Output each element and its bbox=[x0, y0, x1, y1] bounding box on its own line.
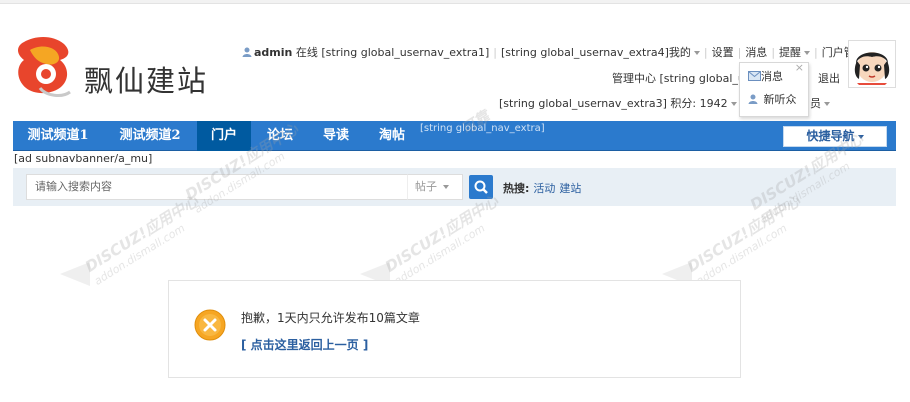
back-link[interactable]: [ 点击这里返回上一页 ] bbox=[241, 336, 368, 353]
hot-search-label: 热搜: bbox=[503, 182, 530, 195]
settings-link[interactable]: 设置 bbox=[712, 46, 734, 59]
error-message: 抱歉，1天内只允许发布10篇文章 bbox=[241, 311, 420, 325]
search-icon bbox=[474, 180, 488, 194]
search-type-label: 帖子 bbox=[415, 180, 437, 193]
chevron-down-icon[interactable] bbox=[693, 51, 700, 55]
quick-nav-label: 快捷导航 bbox=[806, 129, 855, 143]
nav-item-portal[interactable]: 门户 bbox=[197, 121, 251, 151]
usernav-extra4: [string global_usernav_extra4] bbox=[500, 46, 669, 59]
avatar[interactable] bbox=[848, 40, 896, 88]
chevron-down-icon[interactable] bbox=[730, 102, 737, 106]
usernav-logout-wrap: 退出 bbox=[818, 70, 840, 86]
user-icon bbox=[748, 94, 758, 104]
usernav-extra1: [string global_usernav_extra1] bbox=[321, 46, 490, 59]
search-type-select[interactable]: 帖子 bbox=[407, 174, 463, 200]
points-link[interactable]: 积分: 1942 bbox=[670, 97, 727, 110]
nav-item-test2[interactable]: 测试频道2 bbox=[105, 121, 195, 151]
usernav-row-3: [string global_usernav_extra3] 积分: 1942| bbox=[499, 95, 748, 111]
popup-item-label: 消息 bbox=[761, 70, 783, 83]
envelope-icon bbox=[748, 71, 761, 81]
popup-item-label: 新听众 bbox=[763, 93, 797, 106]
popup-item-followers[interactable]: 新听众 bbox=[748, 91, 797, 107]
usernav-extra-cut: [string global_us bbox=[659, 72, 751, 85]
hot-search-link[interactable]: 活动 bbox=[533, 182, 555, 195]
site-logo[interactable]: 飘仙建站 bbox=[14, 34, 214, 106]
member-link[interactable]: 员 bbox=[810, 97, 821, 110]
usernav-extra3: [string global_usernav_extra3] bbox=[499, 97, 667, 110]
top-border bbox=[0, 0, 910, 4]
chevron-down-icon[interactable] bbox=[824, 102, 830, 106]
ad-placeholder: [ad subnavbanner/a_mu] bbox=[14, 152, 153, 165]
avatar-face-icon bbox=[851, 43, 893, 85]
message-box: 抱歉，1天内只允许发布10篇文章 [ 点击这里返回上一页 ] bbox=[168, 280, 741, 378]
search-button[interactable] bbox=[469, 175, 493, 199]
messages-link[interactable]: 消息 bbox=[745, 46, 767, 59]
hot-search: 热搜: 活动 建站 bbox=[503, 180, 581, 196]
close-icon[interactable]: × bbox=[795, 61, 804, 74]
notification-popup: × 消息 新听众 bbox=[739, 61, 809, 117]
remind-link[interactable]: 提醒 bbox=[779, 46, 801, 59]
usernav-row-2: 管理中心 [string global_us bbox=[612, 70, 751, 86]
search-input[interactable]: 请输入搜索内容 bbox=[26, 174, 418, 200]
chevron-down-icon[interactable] bbox=[804, 51, 811, 55]
quick-nav-button[interactable]: 快捷导航 bbox=[783, 126, 887, 147]
nav-item-collection[interactable]: 淘帖 bbox=[365, 121, 419, 151]
nav-item-forum[interactable]: 论坛 bbox=[253, 121, 307, 151]
hot-search-link[interactable]: 建站 bbox=[559, 182, 581, 195]
online-status[interactable]: 在线 bbox=[296, 46, 318, 59]
main-nav: 测试频道1 测试频道2 门户 论坛 导读 淘帖 [string global_n… bbox=[13, 121, 896, 151]
logo-text: 飘仙建站 bbox=[84, 64, 209, 98]
logo-mark-icon bbox=[18, 37, 71, 97]
username-link[interactable]: admin bbox=[254, 46, 292, 59]
nav-item-test1[interactable]: 测试频道1 bbox=[13, 121, 103, 151]
chevron-down-icon bbox=[857, 134, 864, 139]
search-bar: 请输入搜索内容 帖子 热搜: 活动 建站 bbox=[13, 168, 896, 206]
usernav-row-1: admin 在线 [string global_usernav_extra1] |… bbox=[242, 44, 877, 60]
nav-item-guide[interactable]: 导读 bbox=[309, 121, 363, 151]
my-menu[interactable]: 我的 bbox=[669, 46, 691, 59]
logout-link[interactable]: 退出 bbox=[818, 72, 840, 85]
chevron-down-icon bbox=[443, 185, 449, 189]
usernav-member-wrap: 员 bbox=[810, 95, 830, 111]
user-icon bbox=[242, 47, 252, 57]
watermark-arrow bbox=[60, 262, 90, 286]
popup-item-messages[interactable]: 消息 bbox=[748, 68, 783, 84]
admin-center-link[interactable]: 管理中心 bbox=[612, 72, 656, 85]
nav-extra: [string global_nav_extra] bbox=[420, 123, 545, 134]
error-icon bbox=[194, 309, 226, 341]
